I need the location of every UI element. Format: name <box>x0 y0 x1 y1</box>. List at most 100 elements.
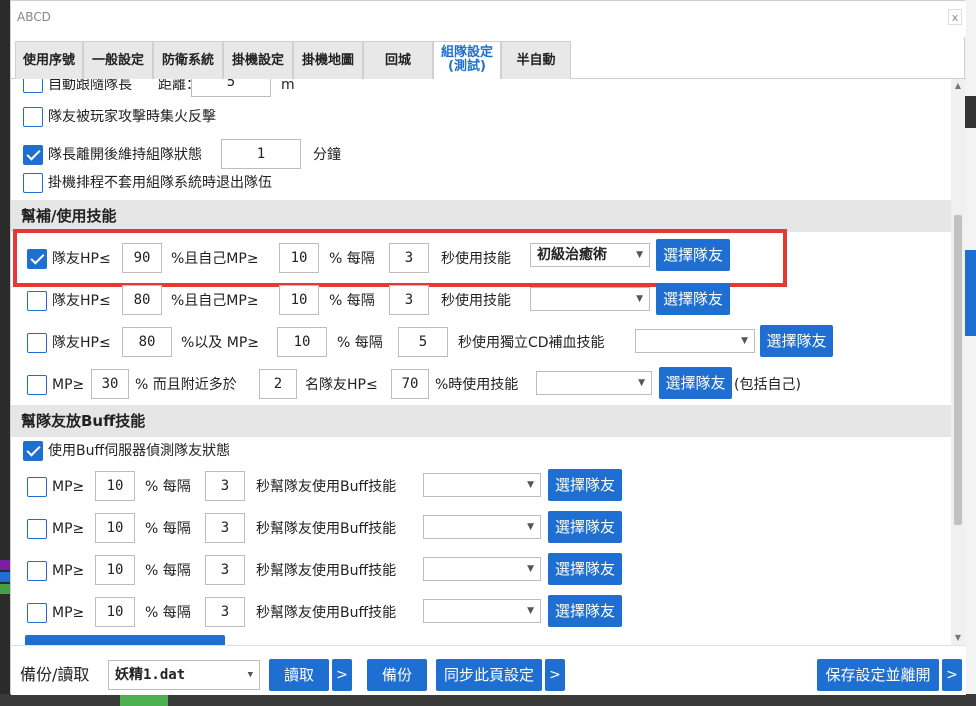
heal-row-2-select-party-button[interactable]: 選擇隊友 <box>656 283 730 315</box>
read-more-button[interactable]: > <box>332 659 352 691</box>
heal-row-1-select-party-button[interactable]: 選擇隊友 <box>656 239 730 271</box>
cd-heal-select-party-button[interactable]: 選擇隊友 <box>760 325 833 357</box>
scroll-thumb[interactable] <box>954 215 962 525</box>
buff-row-3-select-party-button[interactable]: 選擇隊友 <box>548 553 622 585</box>
buff-row-4-mp-input[interactable]: 10 <box>95 597 135 627</box>
focus-fire-checkbox[interactable] <box>23 107 43 127</box>
chevron-down-icon: ▼ <box>638 378 645 388</box>
buff-row-3-every-label: % 每隔 <box>145 563 191 579</box>
cd-heal-mp-label: %以及 MP≥ <box>181 335 260 351</box>
desktop-icon <box>120 694 168 706</box>
buff-row-1-secs-input[interactable]: 3 <box>205 471 245 501</box>
backup-file-select[interactable]: 妖精1.dat ▼ <box>108 660 260 690</box>
heal-row-1-checkbox[interactable] <box>27 249 47 269</box>
buff-row-2-checkbox[interactable] <box>27 519 47 539</box>
tab-serial[interactable]: 使用序號 <box>15 41 83 79</box>
buff-row-3-secs-input[interactable]: 3 <box>205 555 245 585</box>
heal-row-2-every-label: % 每隔 <box>329 293 375 309</box>
exit-on-schedule-checkbox[interactable] <box>23 173 43 193</box>
chevron-down-icon: ▼ <box>527 606 534 616</box>
area-heal-select-party-button[interactable]: 選擇隊友 <box>659 367 732 399</box>
backup-button[interactable]: 備份 <box>367 659 427 691</box>
buff-row-2-select-party-button[interactable]: 選擇隊友 <box>548 511 622 543</box>
buff-row-1-select-party-button[interactable]: 選擇隊友 <box>548 469 622 501</box>
tab-general[interactable]: 一般設定 <box>83 41 153 79</box>
keep-party-checkbox[interactable] <box>23 145 43 165</box>
buff-row-3-skill-select[interactable]: ▼ <box>423 557 541 581</box>
heal-row-1-hp-label: 隊友HP≤ <box>52 251 111 267</box>
heal-row-1-skill-select[interactable]: 初級治癒術 ▼ <box>530 243 650 267</box>
tab-afk-map[interactable]: 掛機地圖 <box>293 41 363 79</box>
buff-row-4-secs-input[interactable]: 3 <box>205 597 245 627</box>
buff-row-1-mp-input[interactable]: 10 <box>95 471 135 501</box>
desktop-fragment <box>964 250 976 336</box>
tab-party-settings[interactable]: 組隊設定 (測試) <box>433 41 501 80</box>
area-heal-mp-input[interactable]: 30 <box>91 369 129 399</box>
buff-server-label: 使用Buff伺服器偵測隊友狀態 <box>48 443 231 459</box>
sync-page-button[interactable]: 同步此頁設定 <box>436 659 542 691</box>
area-heal-hp-label: 名隊友HP≤ <box>305 377 378 393</box>
follow-distance-input[interactable]: 5 <box>191 79 271 97</box>
buff-row-1-skill-label: 秒幫隊友使用Buff技能 <box>256 479 397 495</box>
chevron-down-icon: ▼ <box>527 564 534 574</box>
buff-row-3-mp-input[interactable]: 10 <box>95 555 135 585</box>
area-heal-checkbox[interactable] <box>27 375 47 395</box>
buff-row-4-skill-label: 秒幫隊友使用Buff技能 <box>256 605 397 621</box>
heal-row-2-mp-input[interactable]: 10 <box>279 285 319 315</box>
buff-row-4-checkbox[interactable] <box>27 603 47 623</box>
area-heal-skill-select[interactable]: ▼ <box>536 371 652 395</box>
heal-row-1-hp-input[interactable]: 90 <box>122 243 162 273</box>
cd-heal-skill-select[interactable]: ▼ <box>635 329 755 353</box>
buff-server-checkbox[interactable] <box>23 441 43 461</box>
cd-heal-skill-label: 秒使用獨立CD補血技能 <box>458 335 605 351</box>
buff-row-3-checkbox[interactable] <box>27 561 47 581</box>
heal-row-2-checkbox[interactable] <box>27 291 47 311</box>
scroll-up-icon[interactable]: ▲ <box>951 79 965 93</box>
follow-leader-checkbox[interactable] <box>23 79 43 93</box>
save-more-button[interactable]: > <box>942 659 962 691</box>
desktop-left-strip <box>0 0 10 706</box>
tab-afk-settings[interactable]: 掛機設定 <box>223 41 293 79</box>
sync-more-button[interactable]: > <box>545 659 565 691</box>
keep-party-minutes-input[interactable]: 1 <box>221 139 301 169</box>
chevron-down-icon: ▼ <box>527 480 534 490</box>
buff-row-4-skill-select[interactable]: ▼ <box>423 599 541 623</box>
heal-row-2-mp-label: %且自己MP≥ <box>171 293 259 309</box>
area-heal-hp-input[interactable]: 70 <box>391 369 429 399</box>
cd-heal-hp-input[interactable]: 80 <box>122 327 172 357</box>
cd-heal-hp-label: 隊友HP≤ <box>52 335 111 351</box>
vertical-scrollbar[interactable]: ▲ ▼ <box>951 79 965 645</box>
buff-row-4-select-party-button[interactable]: 選擇隊友 <box>548 595 622 627</box>
heal-section-header: 幫補/使用技能 <box>11 200 951 232</box>
tab-defense[interactable]: 防衛系統 <box>153 41 223 79</box>
buff-row-1-checkbox[interactable] <box>27 477 47 497</box>
heal-row-1-mp-label: %且自己MP≥ <box>171 251 259 267</box>
read-button[interactable]: 讀取 <box>269 659 329 691</box>
heal-row-2-skill-label: 秒使用技能 <box>441 293 511 309</box>
save-and-exit-button[interactable]: 保存設定並離開 <box>817 659 939 691</box>
scroll-down-icon[interactable]: ▼ <box>951 631 965 645</box>
buff-row-2-mp-input[interactable]: 10 <box>95 513 135 543</box>
heal-row-2-hp-input[interactable]: 80 <box>122 285 162 315</box>
tab-semi-auto[interactable]: 半自動 <box>501 41 571 79</box>
buff-row-2-secs-input[interactable]: 3 <box>205 513 245 543</box>
follow-leader-label: 自動跟隨隊長 <box>48 79 132 93</box>
cd-heal-every-label: % 每隔 <box>337 335 383 351</box>
chevron-down-icon: ▼ <box>247 670 253 680</box>
cd-heal-mp-input[interactable]: 10 <box>277 327 327 357</box>
heal-row-2-secs-input[interactable]: 3 <box>389 285 429 315</box>
heal-row-1-mp-input[interactable]: 10 <box>279 243 319 273</box>
partially-visible-button[interactable] <box>25 635 225 645</box>
buff-row-2-skill-select[interactable]: ▼ <box>423 515 541 539</box>
heal-row-2-skill-select[interactable]: ▼ <box>530 287 650 311</box>
window-title: ABCD <box>17 10 51 24</box>
buff-row-1-skill-select[interactable]: ▼ <box>423 473 541 497</box>
cd-heal-secs-input[interactable]: 5 <box>398 327 448 357</box>
area-heal-count-input[interactable]: 2 <box>259 369 297 399</box>
heal-row-1-secs-input[interactable]: 3 <box>389 243 429 273</box>
close-button[interactable]: x <box>948 9 962 25</box>
buff-row-2-skill-label: 秒幫隊友使用Buff技能 <box>256 521 397 537</box>
tab-return-town[interactable]: 回城 <box>363 41 433 79</box>
cd-heal-checkbox[interactable] <box>27 333 47 353</box>
bottom-bar: 備份/讀取 妖精1.dat ▼ 讀取 > 備份 同步此頁設定 > 保存設定並離開 … <box>11 645 966 695</box>
